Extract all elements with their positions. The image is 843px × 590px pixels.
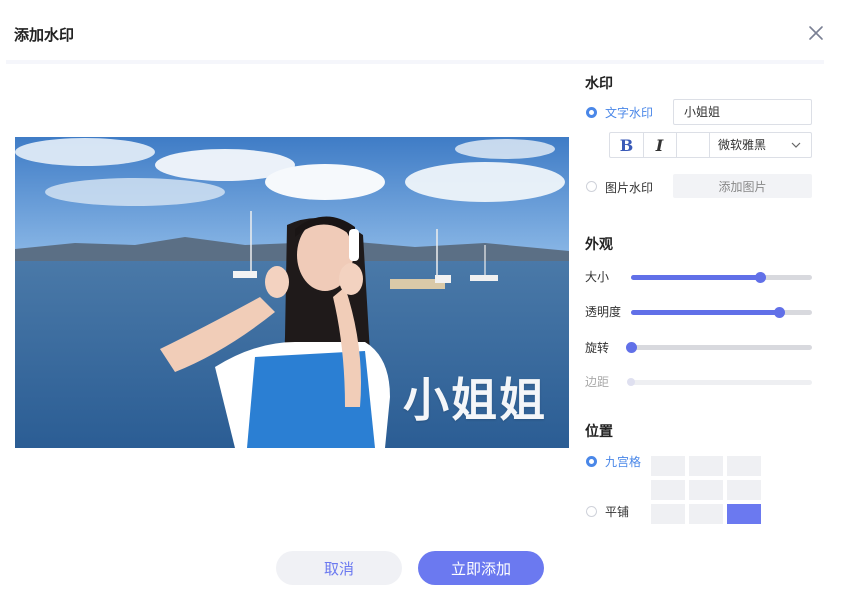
margin-slider-label: 边距	[585, 375, 610, 389]
grid-cell-bottom-right[interactable]	[727, 504, 761, 524]
grid-cell-top-left[interactable]	[651, 456, 685, 476]
tile-radio[interactable]	[586, 506, 597, 517]
grid-cell-top-center[interactable]	[689, 456, 723, 476]
opacity-slider-thumb[interactable]	[774, 307, 786, 318]
margin-slider	[627, 378, 812, 386]
color-button[interactable]	[676, 133, 710, 157]
font-select-value[interactable]: 微软雅黑	[718, 133, 766, 157]
position-grid	[651, 456, 763, 526]
text-watermark-label[interactable]: 文字水印	[605, 104, 653, 121]
position-section-title: 位置	[585, 424, 613, 440]
watermark-preview-text: 小姐姐	[403, 373, 547, 427]
image-watermark-label[interactable]: 图片水印	[605, 179, 653, 196]
rotation-slider-label: 旋转	[585, 341, 610, 355]
grid-cell-middle-right[interactable]	[727, 480, 761, 500]
grid-cell-top-right[interactable]	[727, 456, 761, 476]
rotation-slider[interactable]	[626, 342, 812, 353]
opacity-slider[interactable]	[631, 307, 812, 318]
appearance-section-title: 外观	[585, 237, 613, 253]
opacity-slider-label: 透明度	[585, 305, 622, 319]
watermark-text-input[interactable]: 小姐姐	[673, 99, 812, 125]
nine-grid-radio[interactable]	[586, 456, 597, 467]
size-slider-thumb[interactable]	[754, 272, 766, 283]
margin-slider-thumb	[627, 378, 635, 386]
image-watermark-radio[interactable]	[586, 181, 597, 192]
grid-cell-bottom-center[interactable]	[689, 504, 723, 524]
grid-cell-bottom-left[interactable]	[651, 504, 685, 524]
dialog-title: 添加水印	[14, 26, 75, 44]
bold-button[interactable]: B	[610, 133, 644, 157]
size-slider[interactable]	[631, 272, 812, 283]
add-now-button[interactable]: 立即添加	[418, 551, 544, 585]
watermark-section-title: 水印	[585, 76, 613, 92]
grid-cell-center[interactable]	[689, 480, 723, 500]
preview-image: 小姐姐	[15, 137, 569, 448]
chevron-down-icon[interactable]	[791, 141, 801, 149]
add-image-button[interactable]: 添加图片	[673, 174, 812, 198]
header-divider	[6, 60, 824, 64]
opacity-slider-fill	[631, 310, 780, 315]
rotation-slider-thumb[interactable]	[626, 342, 637, 353]
tile-label[interactable]: 平铺	[605, 503, 629, 520]
size-slider-fill	[631, 275, 760, 280]
italic-button[interactable]: I	[643, 133, 677, 157]
grid-cell-middle-left[interactable]	[651, 480, 685, 500]
text-style-toolbar: B I 微软雅黑	[609, 132, 812, 158]
nine-grid-label[interactable]: 九宫格	[605, 453, 641, 470]
size-slider-label: 大小	[585, 270, 610, 284]
close-icon[interactable]	[807, 24, 825, 42]
cancel-button[interactable]: 取消	[276, 551, 402, 585]
text-watermark-radio[interactable]	[586, 107, 597, 118]
